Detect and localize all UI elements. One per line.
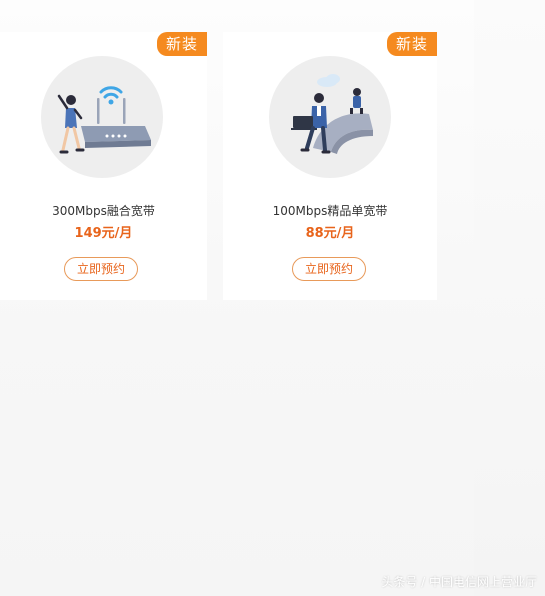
product-price: 149元/月 — [74, 226, 133, 241]
watermark: 头条号 / 中国电信网上营业厅 — [381, 575, 537, 589]
side-panel — [474, 0, 545, 596]
book-now-button[interactable]: 立即预约 — [292, 257, 366, 281]
router-wifi-illustration — [41, 56, 163, 178]
product-name: 100Mbps精品单宽带 — [272, 204, 388, 218]
product-card-300mbps[interactable]: 新装 300Mbps融合宽带 149元/月 立即预约 — [0, 32, 207, 300]
product-price: 88元/月 — [305, 226, 355, 241]
laptop-user-illustration — [269, 56, 391, 178]
new-install-badge: 新装 — [387, 32, 437, 56]
new-install-badge: 新装 — [157, 32, 207, 56]
book-now-button[interactable]: 立即预约 — [64, 257, 138, 281]
product-name: 300Mbps融合宽带 — [52, 204, 155, 218]
product-card-100mbps[interactable]: 新装 100Mbps精品单宽带 88元/月 立即预约 — [223, 32, 437, 300]
